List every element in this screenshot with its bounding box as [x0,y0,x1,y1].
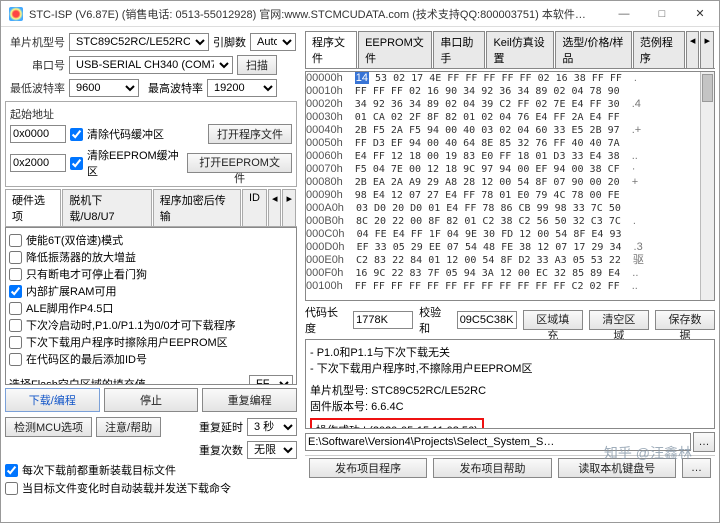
opt-cold-boot[interactable]: 下次冷启动时,P1.0/P1.1为0/0才可下载程序 [9,317,293,333]
help-button[interactable]: 注意/帮助 [96,417,161,437]
code-len-label: 代码长度 [305,304,347,336]
tab-uart[interactable]: 串口助手 [433,31,485,68]
window-title: STC-ISP (V6.87E) (销售电话: 0513-55012928) 官… [29,6,605,22]
opt-erase-eeprom[interactable]: 下次下载用户程序时擦除用户EEPROM区 [9,334,293,350]
tab-examples[interactable]: 范例程序 [633,31,685,68]
open-code-button[interactable]: 打开程序文件 [208,124,292,144]
checksum-label: 校验和 [419,304,451,336]
stop-button[interactable]: 停止 [104,388,199,412]
log-line-2: - 下次下载用户程序时,不擦除用户EEPROM区 [310,360,710,376]
count-select[interactable]: 无限 [247,441,297,459]
download-button[interactable]: 下载/编程 [5,388,100,412]
main-tabs: 程序文件 EEPROM文件 串口助手 Keil仿真设置 选型/价格/样品 范例程… [305,31,715,69]
pins-select[interactable]: Auto [250,33,296,51]
checksum-value[interactable] [457,311,517,329]
pins-label: 引脚数 [213,34,246,50]
window-titlebar: STC-ISP (V6.87E) (销售电话: 0513-55012928) 官… [1,1,719,27]
publish-prog-button[interactable]: 发布项目程序 [309,458,427,478]
log-output: - P1.0和P1.1与下次下载无关 - 下次下载用户程序时,不擦除用户EEPR… [305,339,715,429]
baud-lo-label: 最低波特率 [5,80,65,96]
mcu-label: 单片机型号 [5,34,65,50]
bottom-bar: 发布项目程序 发布项目帮助 读取本机键盘号 … [305,455,715,480]
hex-scrollbar[interactable] [700,72,714,300]
auto-reload-checkbox[interactable]: 每次下载前都重新装载目标文件 [5,462,297,478]
save-data-button[interactable]: 保存数据 [655,310,715,330]
opt-xram[interactable]: 内部扩展RAM可用 [9,283,293,299]
hex-viewer[interactable]: 00000h 14 53 02 17 4E FF FF FF FF FF 02 … [305,71,715,301]
close-button[interactable]: ✕ [681,1,719,27]
delay-select[interactable]: 3 秒 [247,418,297,436]
mcu-select[interactable]: STC89C52RC/LE52RC [69,33,209,51]
tab-id[interactable]: ID [242,189,267,226]
tab-encrypt[interactable]: 程序加密后传输 [153,189,241,226]
more-button[interactable]: … [682,458,711,478]
start-addr-group: 起始地址 清除代码缓冲区 打开程序文件 清除EEPROM缓冲区 打开EEPROM… [5,101,297,187]
fill-label: 选择Flash空白区域的填充值 [9,376,146,385]
tabs-scroll-left[interactable]: ◂ [268,189,282,226]
start-addr-title: 起始地址 [10,106,292,122]
left-panel: 单片机型号 STC89C52RC/LE52RC 引脚数 Auto 串口号 USB… [1,27,301,522]
tab-select[interactable]: 选型/价格/样品 [555,31,631,68]
minimize-button[interactable]: — [605,1,643,27]
opt-gain[interactable]: 降低振荡器的放大增益 [9,249,293,265]
tab-program-file[interactable]: 程序文件 [305,31,357,68]
baud-hi-label: 最高波特率 [143,80,203,96]
scan-button[interactable]: 扫描 [237,55,277,75]
maximize-button[interactable]: □ [643,1,681,27]
code-len-value[interactable] [353,311,413,329]
publish-help-button[interactable]: 发布项目帮助 [433,458,551,478]
opt-wdt[interactable]: 只有断电才可停止看门狗 [9,266,293,282]
opt-ale[interactable]: ALE脚用作P4.5口 [9,300,293,316]
delay-label: 重复延时 [199,419,243,435]
tabs-scroll-right[interactable]: ▸ [282,189,296,226]
count-label: 重复次数 [199,442,243,458]
detect-mcu-button[interactable]: 检测MCU选项 [5,417,92,437]
hw-options-tabs: 硬件选项 脱机下载/U8/U7 程序加密后传输 ID ◂ ▸ [5,189,297,227]
tab-eeprom-file[interactable]: EEPROM文件 [358,31,432,68]
path-browse-button[interactable]: … [693,432,715,452]
clear-area-button[interactable]: 清空区域 [589,310,649,330]
port-label: 串口号 [5,57,65,73]
eeprom-addr-input[interactable] [10,154,66,172]
clear-eeprom-checkbox[interactable]: 清除EEPROM缓冲区 [70,147,183,179]
tab-scroll-right[interactable]: ▸ [700,31,714,68]
hw-options-list: 使能6T(双倍速)模式 降低振荡器的放大增益 只有断电才可停止看门狗 内部扩展R… [5,227,297,385]
auto-send-checkbox[interactable]: 当目标文件变化时自动装载并发送下载命令 [5,480,297,496]
log-line-3: 单片机型号: STC89C52RC/LE52RC [310,382,710,398]
log-line-1: - P1.0和P1.1与下次下载无关 [310,344,710,360]
baud-lo-select[interactable]: 9600 [69,79,139,97]
opt-6t[interactable]: 使能6T(双倍速)模式 [9,232,293,248]
baud-hi-select[interactable]: 19200 [207,79,277,97]
opt-append-id[interactable]: 在代码区的最后添加ID号 [9,351,293,367]
path-input[interactable] [305,433,691,451]
reprogram-button[interactable]: 重复编程 [202,388,297,412]
tab-scroll-left[interactable]: ◂ [686,31,700,68]
tab-hw-options[interactable]: 硬件选项 [5,189,61,226]
tab-keil[interactable]: Keil仿真设置 [486,31,554,68]
port-select[interactable]: USB-SERIAL CH340 (COM7) [69,56,233,74]
fill-value-select[interactable]: FF [249,375,293,385]
clear-code-checkbox[interactable]: 清除代码缓冲区 [70,126,164,142]
log-success: 操作成功 ! (2020-05-15 11:08:56) [310,418,484,429]
open-eeprom-button[interactable]: 打开EEPROM文件 [187,153,292,173]
right-panel: 程序文件 EEPROM文件 串口助手 Keil仿真设置 选型/价格/样品 范例程… [301,27,719,522]
read-kbd-button[interactable]: 读取本机键盘号 [558,458,676,478]
log-line-4: 固件版本号: 6.6.4C [310,398,710,414]
app-icon [9,7,23,21]
code-addr-input[interactable] [10,125,66,143]
fill-area-button[interactable]: 区域填充 [523,310,583,330]
tab-offline-dl[interactable]: 脱机下载/U8/U7 [62,189,151,226]
